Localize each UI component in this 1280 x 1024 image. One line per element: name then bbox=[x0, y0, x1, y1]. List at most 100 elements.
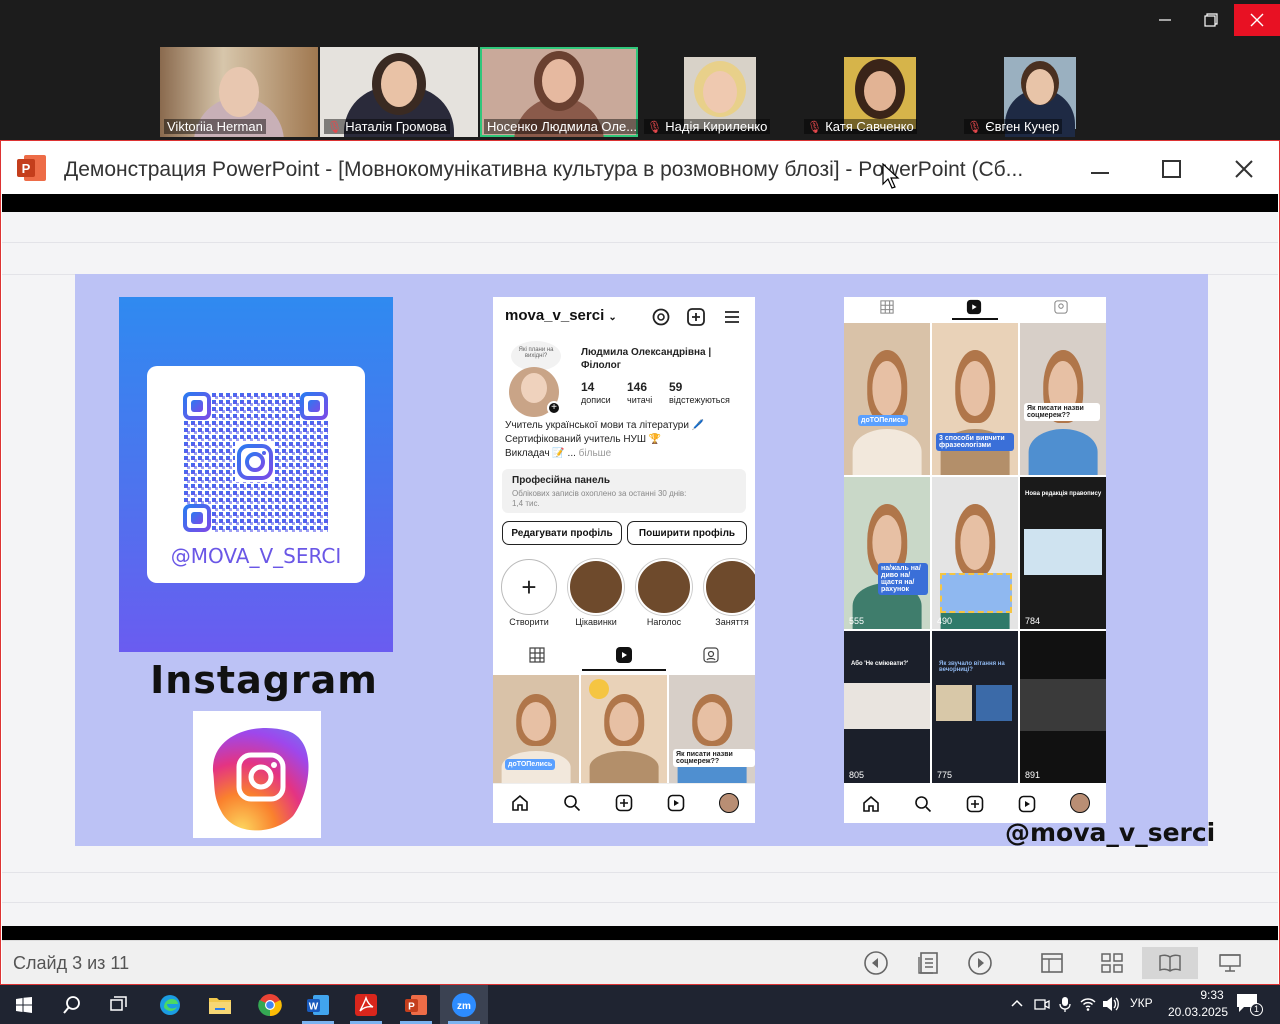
instagram-logo bbox=[193, 711, 321, 838]
reels-icon bbox=[616, 647, 632, 663]
reel-view-count: 805 bbox=[849, 770, 865, 780]
ppt-close-button[interactable] bbox=[1224, 152, 1264, 186]
previous-slide-button[interactable] bbox=[856, 947, 896, 979]
next-icon bbox=[968, 951, 992, 975]
notebook-line bbox=[2, 242, 1278, 243]
bio-line: Учитель української мови та літератури 🖊… bbox=[505, 420, 705, 431]
home-icon bbox=[863, 795, 879, 812]
participant-tile[interactable]: 🎙 Євген Кучер bbox=[960, 47, 1118, 137]
restore-button[interactable] bbox=[1188, 4, 1234, 36]
following-count: 59 bbox=[669, 380, 683, 394]
word-icon: W bbox=[307, 994, 329, 1015]
camera-in-use-icon[interactable] bbox=[1034, 996, 1050, 1012]
search-icon bbox=[63, 995, 80, 1014]
tagged-icon bbox=[703, 647, 719, 663]
participant-tile-active-speaker[interactable]: Носенко Людмила Оле... bbox=[480, 47, 638, 137]
previous-icon bbox=[864, 951, 888, 975]
slide-viewport: @MOVA_V_SERCI Instagram mova_v_serci ⌄ Я… bbox=[2, 194, 1278, 940]
reel-person-face bbox=[872, 361, 902, 416]
reel-scene bbox=[1020, 679, 1106, 731]
search-button[interactable] bbox=[48, 985, 96, 1024]
reel-thumbnail: Як звучало вітання на вечорниці? 775 bbox=[932, 631, 1018, 783]
reel-person-face bbox=[960, 361, 990, 416]
reel-person-body bbox=[589, 750, 659, 783]
next-slide-button[interactable] bbox=[960, 947, 1000, 979]
reel-thumbnail: доТОПелись bbox=[493, 675, 579, 783]
taskbar-chrome[interactable] bbox=[246, 985, 294, 1024]
ppt-maximize-button[interactable] bbox=[1152, 152, 1192, 186]
slide-menu-button[interactable] bbox=[908, 947, 948, 979]
reel-scene bbox=[976, 685, 1012, 721]
reel-caption-tag: на/жаль на/диво на/щастя на/рахунок bbox=[878, 563, 928, 595]
close-icon bbox=[1250, 13, 1264, 27]
reel-person-face bbox=[872, 515, 902, 570]
profile-nav-avatar bbox=[719, 793, 739, 813]
taskbar-word[interactable]: W bbox=[294, 985, 342, 1024]
participant-tile[interactable]: 🎙 Наталія Громова bbox=[320, 47, 478, 137]
search-icon bbox=[915, 796, 932, 813]
reel-person-face bbox=[609, 702, 639, 741]
task-view-button[interactable] bbox=[96, 985, 144, 1024]
profile-avatar: Які плани на вихідні? + bbox=[509, 341, 561, 417]
volume-icon[interactable] bbox=[1102, 996, 1120, 1012]
start-button[interactable] bbox=[0, 985, 48, 1024]
notification-center-button[interactable]: 1 bbox=[1236, 993, 1263, 1017]
participant-face bbox=[219, 67, 259, 117]
clock-time[interactable]: 9:33 bbox=[1182, 988, 1242, 1002]
reel-person-face bbox=[697, 702, 727, 741]
participant-face bbox=[703, 71, 737, 113]
wifi-icon[interactable] bbox=[1080, 996, 1096, 1012]
slideshow-button[interactable] bbox=[1210, 947, 1250, 979]
taskbar-explorer[interactable] bbox=[196, 985, 244, 1024]
svg-text:zm: zm bbox=[457, 1001, 471, 1012]
slide[interactable]: @MOVA_V_SERCI Instagram mova_v_serci ⌄ Я… bbox=[2, 212, 1278, 926]
slide-sorter-button[interactable] bbox=[1092, 947, 1132, 979]
taskbar-zoom[interactable]: zm bbox=[440, 985, 488, 1024]
participant-face bbox=[542, 59, 576, 103]
notification-count-badge: 1 bbox=[1250, 1003, 1263, 1016]
active-tab-indicator bbox=[582, 669, 666, 671]
close-button[interactable] bbox=[1234, 4, 1280, 36]
taskbar-acrobat[interactable] bbox=[342, 985, 390, 1024]
qr-code bbox=[183, 392, 328, 532]
taskbar-edge[interactable] bbox=[146, 985, 194, 1024]
highlight-label: Цікавинки bbox=[575, 617, 617, 627]
normal-view-button[interactable] bbox=[1032, 947, 1072, 979]
reel-thumbnail: 490 bbox=[932, 477, 1018, 629]
reel-person-body bbox=[852, 429, 922, 475]
edit-profile-button: Редагувати профіль bbox=[502, 521, 622, 545]
svg-text:P: P bbox=[22, 161, 31, 176]
show-hidden-icons-chevron-icon[interactable] bbox=[1010, 997, 1024, 1011]
highlight-label: Заняття bbox=[715, 617, 749, 627]
acrobat-icon bbox=[355, 993, 377, 1016]
normal-view-icon bbox=[1041, 953, 1063, 973]
participant-tile[interactable]: 🎙 Надія Кириленко bbox=[640, 47, 798, 137]
notebook-line bbox=[2, 902, 1278, 903]
svg-text:W: W bbox=[309, 1001, 319, 1012]
language-indicator[interactable]: УКР bbox=[1130, 996, 1153, 1010]
minimize-button[interactable] bbox=[1142, 4, 1188, 36]
taskbar-powerpoint[interactable]: P bbox=[392, 985, 440, 1024]
tagged-icon bbox=[1054, 300, 1068, 314]
ppt-titlebar[interactable]: P Демонстрация PowerPoint - [Мовнокомуні… bbox=[2, 142, 1278, 194]
ppt-minimize-button[interactable] bbox=[1080, 152, 1120, 186]
profile-nav-avatar bbox=[1070, 793, 1090, 813]
participant-name: 🎙 Наталія Громова bbox=[324, 119, 450, 134]
followers-count: 146 bbox=[627, 380, 648, 394]
instagram-title: Instagram bbox=[150, 658, 378, 702]
microphone-in-use-icon[interactable] bbox=[1058, 996, 1072, 1012]
posts-label: дописи bbox=[581, 395, 611, 405]
zoom-icon: zm bbox=[452, 992, 476, 1017]
mouse-cursor-icon bbox=[882, 163, 900, 189]
reel-thumbnail: Як писати назви соцмереж?? bbox=[1020, 323, 1106, 475]
reel-caption-tag: Як писати назви соцмереж?? bbox=[1024, 403, 1100, 421]
participant-tile[interactable]: 🎙 Катя Савченко bbox=[800, 47, 958, 137]
participant-tile[interactable]: Viktoriia Herman bbox=[160, 47, 318, 137]
reels-nav-icon bbox=[667, 794, 685, 812]
reading-view-button[interactable] bbox=[1142, 947, 1198, 979]
notebook-line bbox=[2, 872, 1278, 873]
reel-caption-tag: доТОПелись bbox=[505, 759, 556, 770]
clock-date[interactable]: 20.03.2025 bbox=[1166, 1005, 1230, 1019]
grid-icon bbox=[880, 300, 894, 314]
muted-mic-icon: 🎙 bbox=[807, 120, 823, 134]
